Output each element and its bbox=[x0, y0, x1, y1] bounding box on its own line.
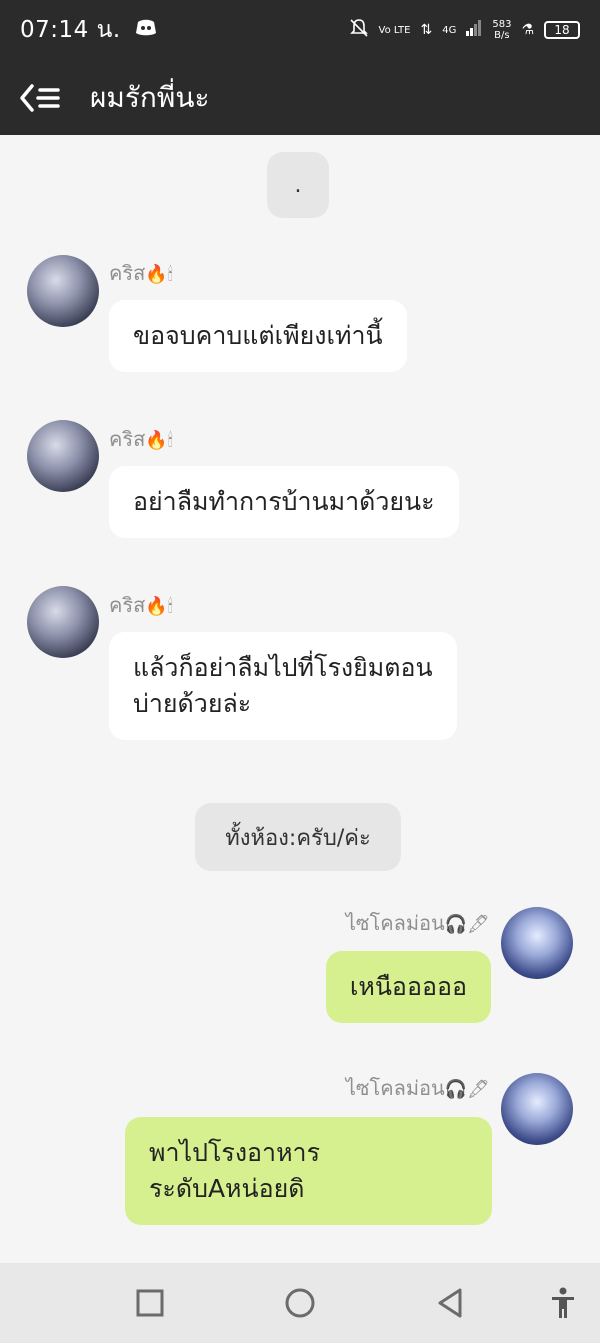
avatar[interactable] bbox=[27, 420, 99, 492]
net-speed: 583 B/s bbox=[492, 19, 512, 41]
recent-apps-icon[interactable] bbox=[132, 1285, 168, 1321]
back-menu-button[interactable] bbox=[16, 74, 64, 122]
chat-header: ผมรักพี่นะ bbox=[0, 60, 600, 135]
system-nav-bar bbox=[0, 1263, 600, 1343]
back-icon[interactable] bbox=[432, 1285, 468, 1321]
back-list-icon bbox=[20, 83, 60, 112]
system-message-pill: ทั้งห้อง:ครับ/ค่ะ bbox=[195, 803, 401, 871]
discord-icon bbox=[135, 18, 157, 43]
status-bar: 07:14 น. Vo LTE ⇅ 4G 583 B/s ⚗ 18 bbox=[0, 0, 600, 60]
sender-name: คริส🔥🕯 bbox=[109, 261, 173, 285]
avatar[interactable] bbox=[27, 586, 99, 658]
mute-bell-icon bbox=[349, 18, 369, 42]
volte-label: Vo LTE bbox=[378, 24, 411, 36]
sender-name: คริส🔥🕯 bbox=[109, 593, 173, 617]
message-bubble[interactable]: พาไปโรงอาหาร ระดับAหน่อยดิ bbox=[125, 1117, 492, 1225]
status-time: 07:14 น. bbox=[20, 17, 121, 43]
network-type: 4G bbox=[442, 24, 457, 36]
avatar[interactable] bbox=[501, 1073, 573, 1145]
battery-indicator: 18 bbox=[544, 21, 580, 39]
sender-name: คริส🔥🕯 bbox=[109, 427, 173, 451]
accessibility-icon[interactable] bbox=[545, 1285, 581, 1321]
sender-name: ไซโคลม่อน🎧🖋 bbox=[345, 1076, 490, 1100]
avatar[interactable] bbox=[27, 255, 99, 327]
chat-area[interactable]: . คริส🔥🕯 ขอจบคาบแต่เพียงเท่านี้ คริส🔥🕯 อ… bbox=[0, 135, 600, 1263]
status-icons: Vo LTE ⇅ 4G 583 B/s ⚗ 18 bbox=[349, 18, 580, 42]
chat-title: ผมรักพี่นะ bbox=[90, 80, 210, 114]
system-message-pill: . bbox=[267, 152, 329, 218]
message-bubble[interactable]: อย่าลืมทำการบ้านมาด้วยนะ bbox=[109, 466, 459, 538]
message-bubble[interactable]: แล้วก็อย่าลืมไปที่โรงยิมตอน บ่ายด้วยล่ะ bbox=[109, 632, 457, 740]
data-arrows-icon: ⇅ bbox=[420, 22, 433, 38]
message-bubble[interactable]: ขอจบคาบแต่เพียงเท่านี้ bbox=[109, 300, 407, 372]
home-icon[interactable] bbox=[282, 1285, 318, 1321]
signal-icon bbox=[466, 20, 482, 40]
lab-icon: ⚗ bbox=[521, 22, 534, 38]
message-bubble[interactable]: เหนือออออ bbox=[325, 951, 491, 1023]
avatar[interactable] bbox=[501, 907, 573, 979]
sender-name: ไซโคลม่อน🎧🖋 bbox=[345, 911, 490, 935]
